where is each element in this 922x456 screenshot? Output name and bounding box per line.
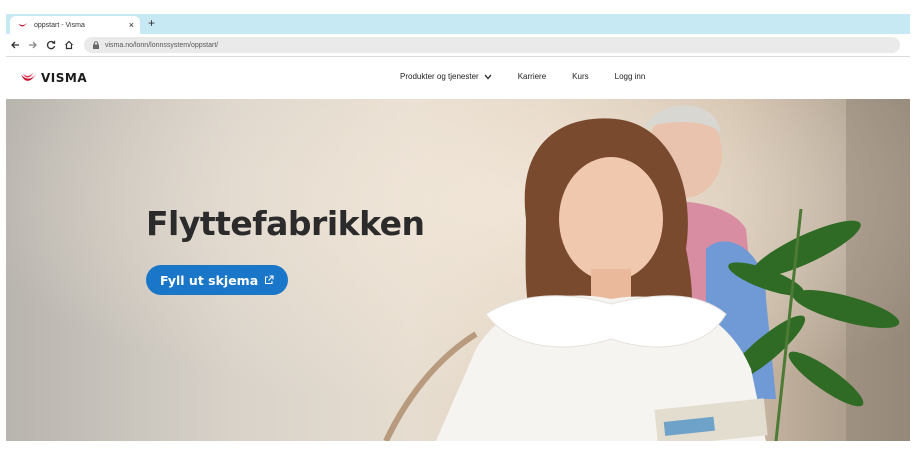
browser-tab[interactable]: oppstart - Visma × xyxy=(10,16,140,34)
logo-text: VISMA xyxy=(41,71,88,85)
back-button[interactable] xyxy=(6,36,24,54)
home-icon xyxy=(65,40,73,50)
lock-icon xyxy=(93,41,99,49)
reload-icon xyxy=(46,40,56,50)
url-text: visma.no/lonn/lonnssystem/oppstart/ xyxy=(105,41,219,49)
external-link-icon xyxy=(265,275,274,285)
hero-title: Flyttefabrikken xyxy=(146,204,425,243)
visma-logo[interactable]: VISMA xyxy=(20,71,87,85)
nav-item-label: Produkter og tjenester xyxy=(400,72,479,81)
visma-favicon-icon xyxy=(18,22,28,27)
nav-item-kurs[interactable]: Kurs xyxy=(572,72,588,81)
nav-item-produkter[interactable]: Produkter og tjenester xyxy=(400,72,492,81)
main-nav: Produkter og tjenester Karriere Kurs Log… xyxy=(400,72,671,81)
back-arrow-icon xyxy=(11,41,19,49)
forward-button[interactable] xyxy=(24,36,42,54)
fill-form-button[interactable]: Fyll ut skjema xyxy=(146,265,289,295)
nav-item-logg-inn[interactable]: Logg inn xyxy=(615,72,646,81)
hero-banner: Flyttefabrikken Fyll ut skjema xyxy=(6,99,910,441)
visma-swoosh-icon xyxy=(21,72,37,81)
cta-label: Fyll ut skjema xyxy=(160,272,259,288)
tab-close-button[interactable]: × xyxy=(129,20,134,30)
forward-arrow-icon xyxy=(29,41,37,49)
reload-button[interactable] xyxy=(42,36,60,54)
new-tab-button[interactable]: + xyxy=(148,16,155,30)
home-button[interactable] xyxy=(60,36,78,54)
site-header: VISMA Produkter og tjenester Karriere Ku… xyxy=(6,57,910,99)
tab-title: oppstart - Visma xyxy=(34,21,85,29)
browser-window: oppstart - Visma × + visma.no/lonn/lonns… xyxy=(0,0,922,456)
chevron-down-icon xyxy=(484,74,492,79)
url-field[interactable]: visma.no/lonn/lonnssystem/oppstart/ xyxy=(84,37,900,53)
address-bar: visma.no/lonn/lonnssystem/oppstart/ xyxy=(6,35,910,55)
tab-bar: oppstart - Visma × + xyxy=(6,14,910,34)
nav-item-karriere[interactable]: Karriere xyxy=(518,72,546,81)
hero-photo xyxy=(6,99,910,441)
